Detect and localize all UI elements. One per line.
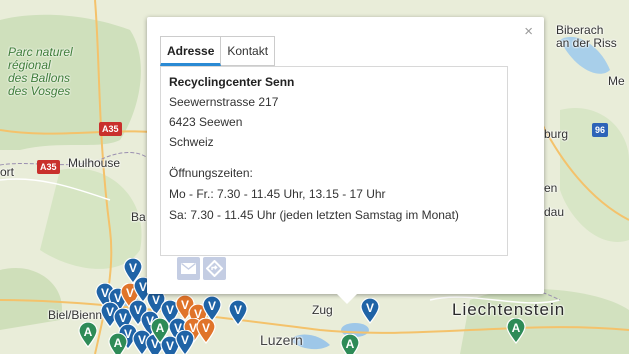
map-label-biberach: Biberach an der Riss <box>556 23 617 50</box>
info-window: × Adresse Kontakt Recyclingcenter Senn S… <box>147 17 544 304</box>
map-marker[interactable]: A <box>506 318 526 344</box>
map-marker[interactable]: V <box>360 298 380 324</box>
map-marker[interactable]: V <box>196 318 216 344</box>
map-label-ort: ort <box>0 165 15 179</box>
map-label-zug: Zug <box>312 303 333 317</box>
map-marker-letter: V <box>233 303 242 317</box>
map-marker[interactable]: V <box>228 300 248 326</box>
map-marker-letter: V <box>201 321 210 335</box>
opening-hours-weekday: Mo - Fr.: 7.30 - 11.45 Uhr, 13.15 - 17 U… <box>169 187 386 201</box>
map-marker[interactable]: A <box>108 333 128 354</box>
street-address: Seewernstrasse 217 <box>169 95 279 109</box>
map-label-burg: burg <box>544 127 569 141</box>
email-button[interactable] <box>177 257 200 280</box>
info-window-pointer <box>337 294 357 304</box>
tab-bar: Adresse Kontakt <box>160 36 276 66</box>
map-marker-letter: V <box>207 299 216 313</box>
map-marker[interactable]: A <box>150 318 170 344</box>
postal-city: 6423 Seewen <box>169 115 243 129</box>
map-marker-letter: V <box>365 301 374 315</box>
address-panel: Recyclingcenter Senn Seewernstrasse 217 … <box>160 66 508 256</box>
email-icon <box>181 263 196 274</box>
map-label-liechtenstein: Liechtenstein <box>452 300 566 319</box>
map-label-me: Me <box>608 74 625 88</box>
directions-icon <box>206 260 223 277</box>
map-marker-letter: A <box>511 321 521 335</box>
road-shield-96: 96 <box>592 123 609 137</box>
map-marker-letter: A <box>83 325 93 339</box>
opening-hours-saturday: Sa: 7.30 - 11.45 Uhr (jeden letzten Sams… <box>169 208 459 222</box>
road-shield-a35-west: A35 <box>37 160 60 174</box>
tab-contact[interactable]: Kontakt <box>221 36 276 66</box>
close-button[interactable]: × <box>524 24 533 40</box>
map-marker[interactable]: A <box>340 334 360 354</box>
map-marker[interactable]: V <box>175 330 195 354</box>
map-label-mulhouse: Mulhouse <box>68 156 121 170</box>
action-buttons <box>177 257 226 280</box>
map-label-ba: Ba <box>131 210 146 224</box>
map-label-luzern: Luzern <box>260 332 303 348</box>
country: Schweiz <box>169 135 214 149</box>
map-label-park: Parc naturel régional des Ballons des Vo… <box>8 45 73 98</box>
map-label-en: en <box>544 181 558 195</box>
map-marker-letter: A <box>345 337 355 351</box>
location-name: Recyclingcenter Senn <box>169 75 295 89</box>
map-marker-letter: V <box>128 261 137 275</box>
road-shield-a35: A35 <box>99 122 122 136</box>
map-marker[interactable]: A <box>78 322 98 348</box>
map-label-dau: dau <box>544 205 565 219</box>
map-marker-letter: A <box>155 321 165 335</box>
opening-hours-label: Öffnungszeiten: <box>169 166 253 180</box>
directions-button[interactable] <box>203 257 226 280</box>
map-marker-letter: V <box>180 333 189 347</box>
map-marker-letter: A <box>113 336 123 350</box>
tab-address[interactable]: Adresse <box>160 36 222 66</box>
